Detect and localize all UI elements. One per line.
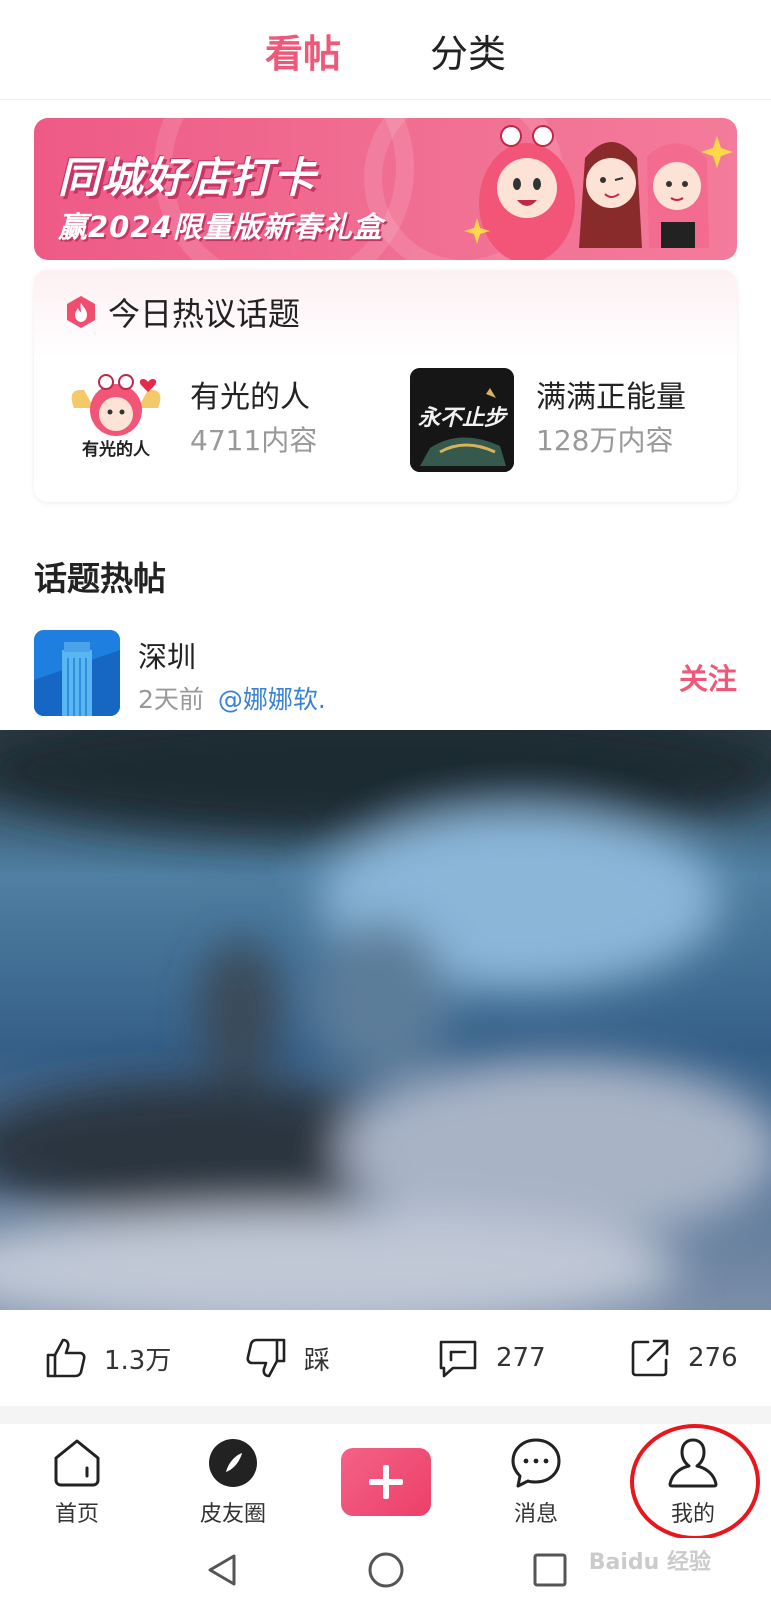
- dislike-button[interactable]: 踩: [244, 1332, 330, 1384]
- banner-subtitle: 赢2024限量版新春礼盒: [58, 210, 383, 244]
- section-divider: [0, 1406, 771, 1424]
- home-icon: [54, 1439, 100, 1487]
- comment-icon: [439, 1340, 477, 1378]
- topic-thumbnail-text: 永不止步: [417, 405, 506, 431]
- follow-button[interactable]: 关注: [679, 656, 737, 698]
- dislike-label: 踩: [304, 1345, 331, 1376]
- top-tab-bar: 看帖 分类: [0, 0, 771, 100]
- post-meta: 2天前 @娜娜软.: [138, 680, 326, 716]
- post-image[interactable]: [0, 730, 771, 1310]
- tab-posts[interactable]: 看帖: [265, 28, 341, 80]
- comment-count: 277: [496, 1343, 546, 1373]
- topic-name: 满满正能量: [536, 380, 686, 415]
- hot-topics-header: 今日热议话题: [64, 290, 300, 334]
- share-button[interactable]: 276: [628, 1332, 738, 1384]
- banner-title: 同城好店打卡: [58, 153, 317, 202]
- topic-thumbnail: 有光的人: [64, 368, 168, 472]
- nav-home[interactable]: 首页: [22, 1436, 132, 1528]
- banner-characters-illustration: [464, 125, 733, 260]
- back-icon[interactable]: [202, 1550, 242, 1590]
- highlight-annotation: [630, 1424, 760, 1540]
- system-nav-bar: Baidu 经验: [0, 1538, 771, 1600]
- topic-name[interactable]: 深圳: [138, 634, 196, 676]
- topic-avatar[interactable]: [34, 630, 120, 716]
- tab-categories[interactable]: 分类: [430, 28, 506, 80]
- flame-icon: [67, 296, 95, 328]
- recent-apps-icon[interactable]: [530, 1550, 570, 1590]
- comment-button[interactable]: 277: [436, 1332, 546, 1384]
- section-title: 话题热帖: [34, 559, 166, 598]
- topic-thumbnail-text: 有光的人: [82, 440, 150, 460]
- promo-banner[interactable]: 同城好店打卡 赢2024限量版新春礼盒: [34, 118, 737, 260]
- nav-circle-label: 皮友圈: [199, 1502, 266, 1527]
- nav-home-label: 首页: [54, 1502, 99, 1527]
- share-count: 276: [688, 1343, 738, 1373]
- topic-thumbnail: 永不止步: [410, 368, 514, 472]
- nav-messages-label: 消息: [513, 1502, 558, 1527]
- post-header: 深圳 2天前 @娜娜软. 关注: [34, 630, 737, 716]
- thumbs-down-icon: [246, 1338, 286, 1378]
- hot-topics-card: 今日热议话题 有光的人 有光的人 4711内容 永不止步 满满正能量 128万内…: [34, 270, 737, 502]
- like-count: 1.3万: [104, 1345, 172, 1376]
- hot-topic-item[interactable]: 有光的人 有光的人 4711内容: [64, 368, 317, 472]
- like-button[interactable]: 1.3万: [44, 1332, 171, 1384]
- hot-topics-title: 今日热议话题: [108, 295, 301, 333]
- compass-icon: [209, 1439, 257, 1487]
- watermark: Baidu 经验: [588, 1550, 711, 1575]
- hot-topic-item[interactable]: 永不止步 满满正能量 128万内容: [410, 368, 686, 472]
- nav-circle[interactable]: 皮友圈: [178, 1436, 288, 1528]
- post-action-bar: 1.3万 踩 277 276: [0, 1312, 771, 1406]
- share-icon: [631, 1339, 669, 1377]
- home-circle-icon[interactable]: [366, 1550, 406, 1590]
- nav-messages[interactable]: 消息: [481, 1436, 591, 1528]
- chat-bubble-icon: [511, 1438, 561, 1488]
- thumbs-up-icon: [46, 1338, 86, 1378]
- post-time: 2天前: [138, 685, 204, 714]
- topic-count: 128万内容: [536, 424, 674, 457]
- author-mention[interactable]: @娜娜软.: [218, 685, 326, 714]
- topic-name: 有光的人: [190, 380, 310, 415]
- topic-count: 4711内容: [190, 424, 318, 457]
- publish-button[interactable]: [341, 1448, 431, 1516]
